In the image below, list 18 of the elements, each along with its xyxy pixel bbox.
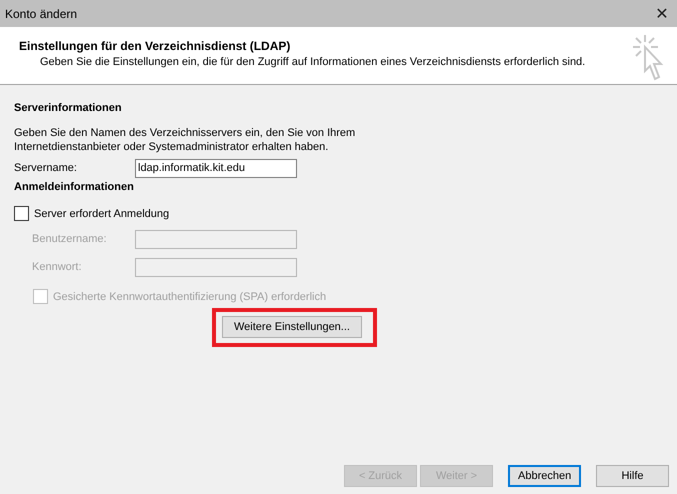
dialog-button[interactable]: Hilfe — [596, 465, 669, 487]
window-title: Konto ändern — [5, 6, 78, 20]
dialog-button[interactable]: Abbrechen — [508, 465, 581, 487]
more-settings-button[interactable]: Weitere Einstellungen... — [222, 316, 362, 338]
server-name-field[interactable]: ldap.informatik.kit.edu — [135, 158, 297, 178]
section-heading: Anmeldeinformationen — [14, 181, 134, 195]
checkbox[interactable] — [14, 206, 29, 221]
checkbox-label: Server erfordert Anmeldung — [34, 208, 170, 220]
checkbox-label: Gesicherte Kennwortauthentifizierung (SPA) erforderlich — [53, 290, 326, 302]
header-title: Einstellungen für den Verzeichnisdienst (LDAP) — [19, 39, 292, 53]
field-label: Kennwort: — [31, 261, 83, 273]
section-heading: Serverinformationen — [14, 102, 122, 116]
cursor-click-icon — [631, 33, 665, 81]
field-label: Servername: — [14, 162, 78, 174]
close-button[interactable]: ✕ — [647, 0, 677, 27]
header-subtitle: Geben Sie die Einstellungen ein, die für den Zugriff auf Informationen eines Verzeichnisdiensts erforderlich sind. — [39, 56, 586, 68]
description-text: Geben Sie den Namen des Verzeichnisservers ein, den Sie von Ihrem Internetdienstanbieter oder Systemadministrator erhalten haben. — [14, 126, 356, 154]
field-label: Benutzername: — [31, 233, 108, 245]
